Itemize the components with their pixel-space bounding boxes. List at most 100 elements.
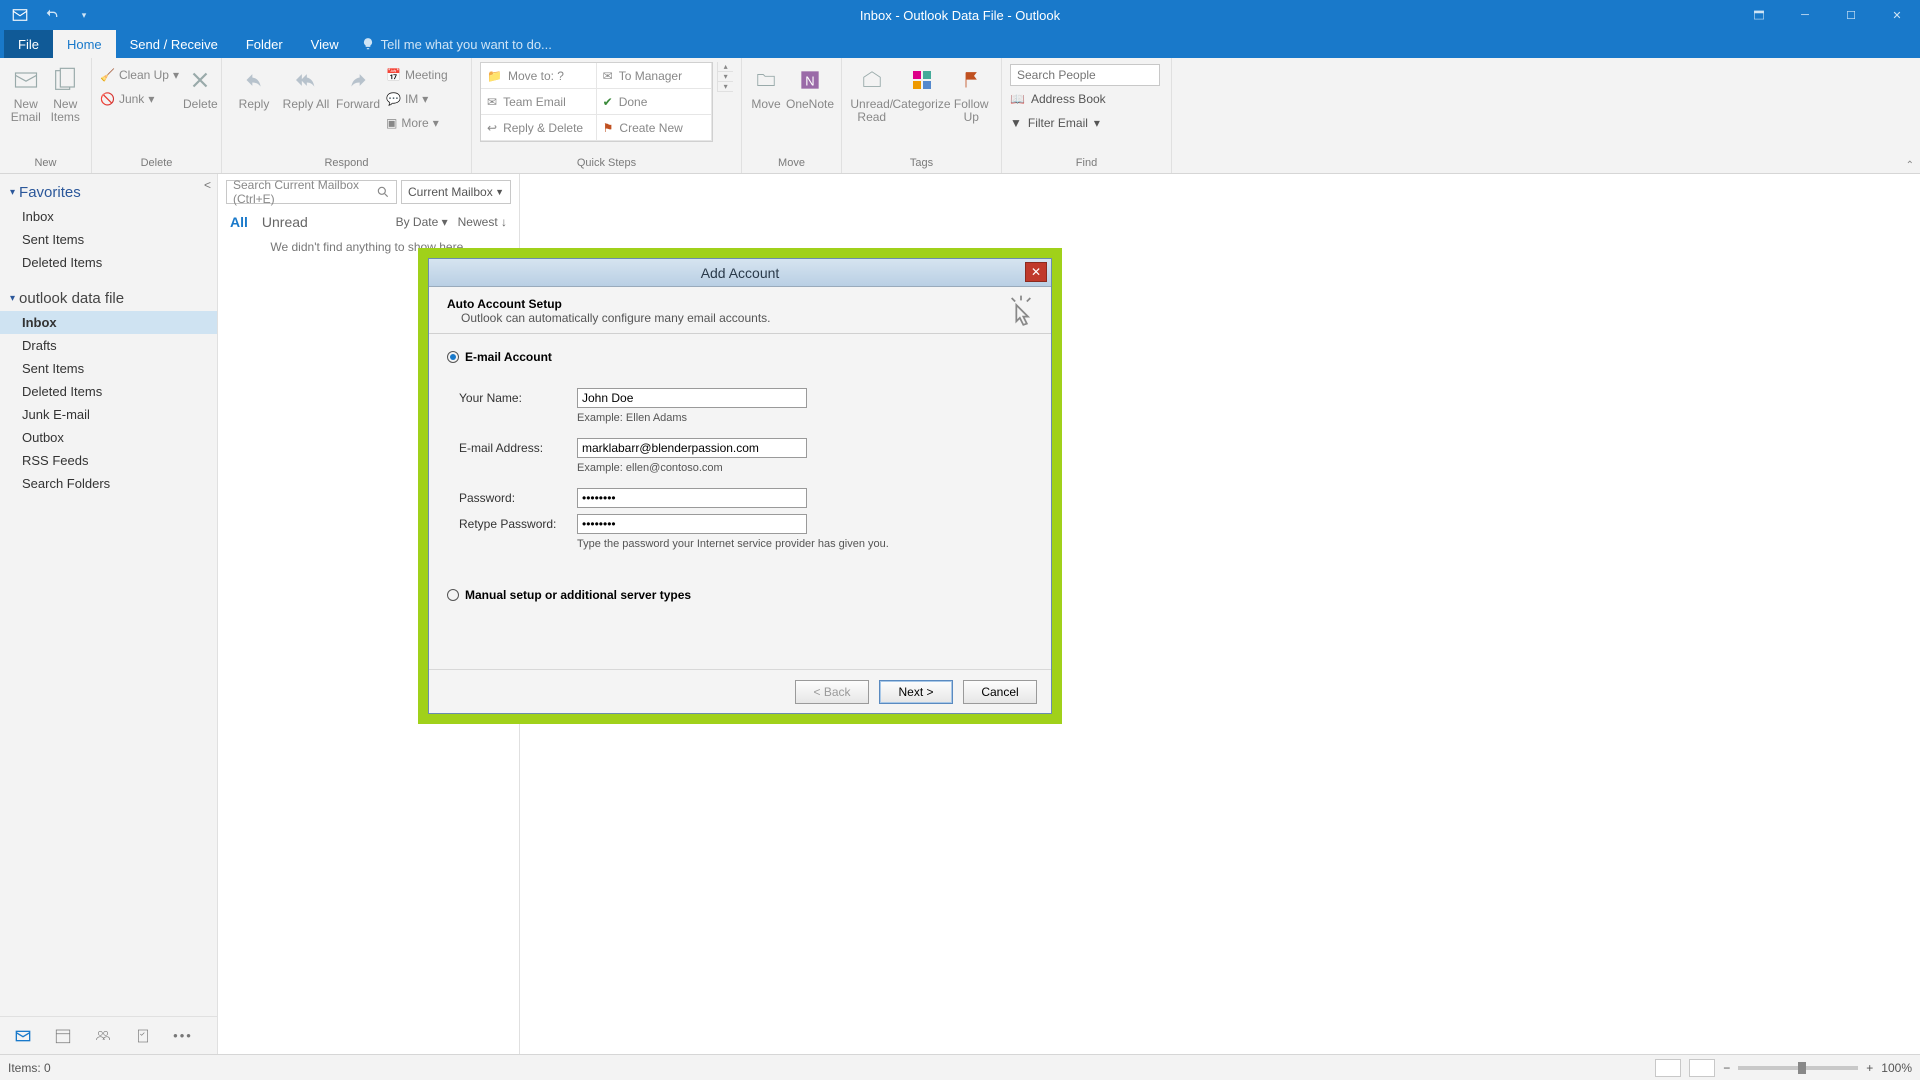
qat-customize-icon[interactable]: ▾ — [72, 3, 96, 27]
reply-all-button[interactable]: Reply All — [282, 62, 330, 111]
input-your-name[interactable] — [577, 388, 807, 408]
people-view-icon[interactable] — [92, 1025, 114, 1047]
new-email-button[interactable]: New Email — [8, 62, 44, 124]
address-book-icon: 📖 — [1010, 92, 1025, 106]
fav-sent-items[interactable]: Sent Items — [0, 228, 217, 251]
meeting-button[interactable]: 📅Meeting — [386, 64, 448, 86]
collapse-ribbon-icon[interactable]: ⌃ — [1906, 160, 1914, 171]
search-mailbox-input[interactable]: Search Current Mailbox (Ctrl+E) — [226, 180, 397, 204]
radio-unchecked-icon — [447, 589, 459, 601]
qs-move-to[interactable]: 📁Move to: ? — [481, 63, 597, 89]
folder-sent-items[interactable]: Sent Items — [0, 357, 217, 380]
tab-send-receive[interactable]: Send / Receive — [116, 30, 232, 58]
datafile-header[interactable]: ▾outlook data file — [0, 286, 217, 311]
group-find-label: Find — [1010, 157, 1163, 171]
delete-button[interactable]: Delete — [183, 62, 218, 111]
tab-file[interactable]: File — [4, 30, 53, 58]
quick-steps-scroll[interactable]: ▴▾▾ — [717, 62, 733, 92]
calendar-view-icon[interactable] — [52, 1025, 74, 1047]
more-respond-button[interactable]: ▣More ▾ — [386, 112, 448, 134]
folder-junk[interactable]: Junk E-mail — [0, 403, 217, 426]
im-button[interactable]: 💬IM ▾ — [386, 88, 448, 110]
tell-me-search[interactable]: Tell me what you want to do... — [361, 30, 552, 58]
maximize-button[interactable]: ☐ — [1828, 0, 1874, 30]
nav-more-icon[interactable]: ••• — [172, 1025, 194, 1047]
address-book-button[interactable]: 📖Address Book — [1010, 88, 1160, 110]
input-password[interactable] — [577, 488, 807, 508]
back-button[interactable]: < Back — [795, 680, 869, 704]
qs-reply-delete[interactable]: ↩Reply & Delete — [481, 115, 597, 141]
zoom-out-button[interactable]: − — [1723, 1061, 1730, 1075]
zoom-slider[interactable] — [1738, 1066, 1858, 1070]
ribbon-display-options-icon[interactable] — [1736, 0, 1782, 30]
favorites-header[interactable]: ▾Favorites — [0, 180, 217, 205]
folder-search-folders[interactable]: Search Folders — [0, 472, 217, 495]
tab-home[interactable]: Home — [53, 30, 116, 58]
folder-rss[interactable]: RSS Feeds — [0, 449, 217, 472]
search-people-input[interactable] — [1010, 64, 1160, 86]
zoom-level: 100% — [1881, 1061, 1912, 1075]
check-icon: ✔ — [603, 95, 613, 109]
qs-team-email[interactable]: ✉Team Email — [481, 89, 597, 115]
move-folder-icon — [750, 64, 782, 96]
sort-newest[interactable]: Newest ↓ — [458, 215, 507, 229]
follow-up-flag-icon — [955, 64, 987, 96]
forward-button[interactable]: Forward — [334, 62, 382, 111]
mail-view-icon[interactable] — [12, 1025, 34, 1047]
fav-inbox[interactable]: Inbox — [0, 205, 217, 228]
undo-icon[interactable] — [40, 3, 64, 27]
folder-inbox[interactable]: Inbox — [0, 311, 217, 334]
folder-outbox[interactable]: Outbox — [0, 426, 217, 449]
move-button[interactable]: Move — [750, 62, 782, 111]
close-window-button[interactable]: ✕ — [1874, 0, 1920, 30]
radio-email-account[interactable]: E-mail Account — [447, 350, 1033, 364]
view-normal-button[interactable] — [1655, 1059, 1681, 1077]
follow-up-button[interactable]: Follow Up — [950, 62, 994, 124]
fav-deleted-items[interactable]: Deleted Items — [0, 251, 217, 274]
tab-view[interactable]: View — [297, 30, 353, 58]
navigation-pane: < ▾Favorites Inbox Sent Items Deleted It… — [0, 174, 218, 1054]
tasks-view-icon[interactable] — [132, 1025, 154, 1047]
delete-icon — [184, 64, 216, 96]
radio-manual-setup[interactable]: Manual setup or additional server types — [447, 588, 1033, 602]
tab-folder[interactable]: Folder — [232, 30, 297, 58]
sort-by-date[interactable]: By Date ▾ — [396, 215, 448, 229]
dialog-highlight-box: Add Account ✕ Auto Account Setup Outlook… — [418, 248, 1062, 724]
label-email: E-mail Address: — [459, 441, 569, 455]
folder-deleted-items[interactable]: Deleted Items — [0, 380, 217, 403]
search-scope-dropdown[interactable]: Current Mailbox▼ — [401, 180, 511, 204]
new-items-button[interactable]: New Items — [48, 62, 84, 124]
chevron-down-icon: ▾ — [10, 187, 15, 198]
minimize-button[interactable]: ─ — [1782, 0, 1828, 30]
junk-button[interactable]: 🚫Junk ▾ — [100, 88, 179, 110]
label-password: Password: — [459, 491, 569, 505]
unread-read-button[interactable]: Unread/ Read — [850, 62, 894, 124]
qs-done[interactable]: ✔Done — [597, 89, 713, 115]
dialog-close-button[interactable]: ✕ — [1025, 262, 1047, 282]
filter-unread[interactable]: Unread — [262, 214, 308, 230]
forward-manager-icon: ✉ — [603, 69, 613, 83]
next-button[interactable]: Next > — [879, 680, 953, 704]
view-reading-button[interactable] — [1689, 1059, 1715, 1077]
folder-drafts[interactable]: Drafts — [0, 334, 217, 357]
categorize-button[interactable]: Categorize — [898, 62, 946, 111]
cleanup-button[interactable]: 🧹Clean Up ▾ — [100, 64, 179, 86]
search-icon — [376, 185, 390, 199]
filter-all[interactable]: All — [230, 214, 248, 230]
dialog-footer: < Back Next > Cancel — [429, 669, 1051, 713]
qs-to-manager[interactable]: ✉To Manager — [597, 63, 713, 89]
reply-delete-icon: ↩ — [487, 121, 497, 135]
reply-button[interactable]: Reply — [230, 62, 278, 111]
onenote-button[interactable]: NOneNote — [786, 62, 834, 111]
group-delete-label: Delete — [100, 157, 213, 171]
zoom-in-button[interactable]: + — [1866, 1061, 1873, 1075]
nav-collapse-icon[interactable]: < — [204, 178, 211, 192]
quick-access-toolbar: ▾ — [0, 3, 96, 27]
filter-email-button[interactable]: ▼Filter Email ▾ — [1010, 112, 1160, 134]
input-email[interactable] — [577, 438, 807, 458]
cancel-button[interactable]: Cancel — [963, 680, 1037, 704]
qs-create-new[interactable]: ⚑Create New — [597, 115, 713, 141]
quick-steps-gallery[interactable]: 📁Move to: ? ✉To Manager ✉Team Email ✔Don… — [480, 62, 713, 142]
new-items-icon — [49, 64, 81, 96]
input-retype-password[interactable] — [577, 514, 807, 534]
